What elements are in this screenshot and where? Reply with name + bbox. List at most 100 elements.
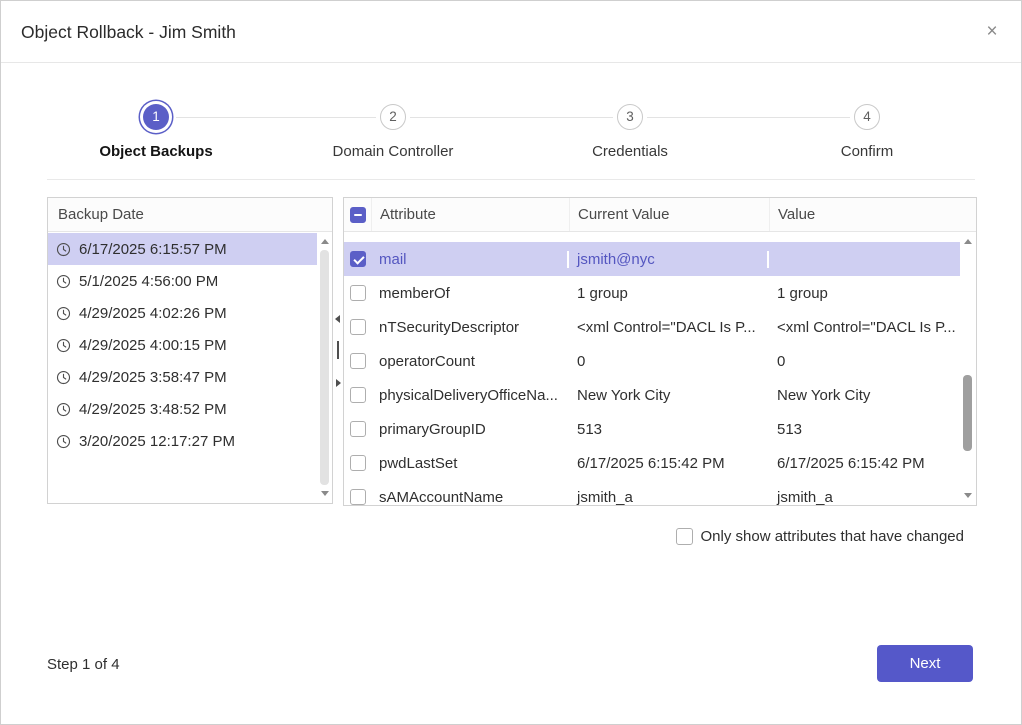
table-row-partial xyxy=(344,233,960,242)
next-button[interactable]: Next xyxy=(877,645,973,682)
attribute-table-scrollbar[interactable] xyxy=(960,233,976,504)
current-value-cell: 1 group xyxy=(569,285,769,302)
row-checkbox[interactable] xyxy=(350,319,366,335)
stepper-step-credentials[interactable]: 3 Credentials xyxy=(520,96,740,160)
scroll-down-icon[interactable] xyxy=(964,493,972,498)
row-checkbox-cell xyxy=(344,421,371,437)
row-checkbox-cell xyxy=(344,455,371,471)
stepper-step-domain-controller[interactable]: 2 Domain Controller xyxy=(283,96,503,160)
backup-date-label: 5/1/2025 4:56:00 PM xyxy=(79,273,218,290)
attribute-row[interactable]: nTSecurityDescriptor <xml Control="DACL I… xyxy=(344,310,960,344)
step-label: Domain Controller xyxy=(283,143,503,160)
step-label: Credentials xyxy=(520,143,740,160)
only-changed-checkbox[interactable] xyxy=(676,528,693,545)
row-checkbox[interactable] xyxy=(350,353,366,369)
attribute-table-body: mailjsmith@nycmemberOf1 group1 groupnTSe… xyxy=(344,233,960,505)
attribute-name-cell: mail xyxy=(371,251,569,268)
row-checkbox-cell xyxy=(344,489,371,505)
backup-date-label: 4/29/2025 4:00:15 PM xyxy=(79,337,227,354)
backup-date-item[interactable]: 4/29/2025 4:00:15 PM xyxy=(48,329,317,361)
value-cell: 6/17/2025 6:15:42 PM xyxy=(769,455,960,472)
clock-icon xyxy=(56,306,71,321)
step-progress-text: Step 1 of 4 xyxy=(47,656,120,673)
divider xyxy=(47,179,975,180)
step-number: 3 xyxy=(617,104,643,130)
scroll-up-icon[interactable] xyxy=(964,239,972,244)
row-checkbox[interactable] xyxy=(350,285,366,301)
current-value-cell: 513 xyxy=(569,421,769,438)
row-checkbox[interactable] xyxy=(350,421,366,437)
attribute-name-cell: sAMAccountName xyxy=(371,489,569,506)
scroll-up-icon[interactable] xyxy=(321,239,329,244)
backup-date-label: 3/20/2025 12:17:27 PM xyxy=(79,433,235,450)
column-header-current-value: Current Value xyxy=(569,198,769,231)
backup-date-label: 4/29/2025 3:58:47 PM xyxy=(79,369,227,386)
dialog-title: Object Rollback - Jim Smith xyxy=(21,1,236,63)
attribute-name-cell: nTSecurityDescriptor xyxy=(371,319,569,336)
close-icon[interactable]: × xyxy=(979,19,1005,45)
step-label: Object Backups xyxy=(46,143,266,160)
step-number: 2 xyxy=(380,104,406,130)
current-value-cell: 6/17/2025 6:15:42 PM xyxy=(569,455,769,472)
clock-icon xyxy=(56,242,71,257)
filter-row: Only show attributes that have changed xyxy=(676,528,965,545)
value-cell: 513 xyxy=(769,421,960,438)
stepper-step-object-backups[interactable]: 1 Object Backups xyxy=(46,96,266,160)
scrollbar-thumb[interactable] xyxy=(963,375,972,451)
attribute-row[interactable]: memberOf1 group1 group xyxy=(344,276,960,310)
row-checkbox[interactable] xyxy=(350,251,366,267)
attribute-row[interactable]: operatorCount00 xyxy=(344,344,960,378)
clock-icon xyxy=(56,338,71,353)
attribute-table-panel: Attribute Current Value Value mailjsmith… xyxy=(343,197,977,506)
row-checkbox-cell xyxy=(344,285,371,301)
backup-date-header: Backup Date xyxy=(48,198,332,232)
object-rollback-dialog: Object Rollback - Jim Smith × 1 Object Ba… xyxy=(0,0,1022,725)
attribute-name-cell: pwdLastSet xyxy=(371,455,569,472)
attribute-row[interactable]: primaryGroupID513513 xyxy=(344,412,960,446)
clock-icon xyxy=(56,274,71,289)
row-checkbox-cell xyxy=(344,319,371,335)
clock-icon xyxy=(56,434,71,449)
clock-icon xyxy=(56,370,71,385)
backup-list-scrollbar[interactable] xyxy=(317,233,332,502)
backup-date-item[interactable]: 4/29/2025 3:58:47 PM xyxy=(48,361,317,393)
column-header-attribute: Attribute xyxy=(371,198,569,231)
collapse-left-icon[interactable] xyxy=(335,315,340,323)
row-checkbox[interactable] xyxy=(350,489,366,505)
backup-date-panel: Backup Date 6/17/2025 6:15:57 PM 5/1/2025… xyxy=(47,197,333,504)
attribute-row[interactable]: mailjsmith@nyc xyxy=(344,242,960,276)
row-checkbox[interactable] xyxy=(350,387,366,403)
step-number: 1 xyxy=(143,104,169,130)
expand-right-icon[interactable] xyxy=(336,379,341,387)
row-checkbox[interactable] xyxy=(350,455,366,471)
step-label: Confirm xyxy=(757,143,977,160)
backup-date-item[interactable]: 6/17/2025 6:15:57 PM xyxy=(48,233,317,265)
backup-date-item[interactable]: 4/29/2025 3:48:52 PM xyxy=(48,393,317,425)
backup-date-list: 6/17/2025 6:15:57 PM 5/1/2025 4:56:00 PM 4… xyxy=(48,233,317,503)
attribute-name-cell: physicalDeliveryOfficeNa... xyxy=(371,387,569,404)
splitter-handle[interactable] xyxy=(337,341,339,359)
attribute-table-header: Attribute Current Value Value xyxy=(344,198,976,232)
scrollbar-thumb[interactable] xyxy=(320,250,329,485)
attribute-row[interactable]: pwdLastSet6/17/2025 6:15:42 PM6/17/2025 … xyxy=(344,446,960,480)
dialog-header: Object Rollback - Jim Smith × xyxy=(1,1,1021,63)
value-cell: <xml Control="DACL Is P... xyxy=(769,319,960,336)
only-changed-label: Only show attributes that have changed xyxy=(701,528,965,545)
attribute-name-cell: operatorCount xyxy=(371,353,569,370)
step-number: 4 xyxy=(854,104,880,130)
value-cell: jsmith_a xyxy=(769,489,960,506)
select-all-checkbox[interactable] xyxy=(350,207,366,223)
row-checkbox-cell xyxy=(344,387,371,403)
backup-date-item[interactable]: 4/29/2025 4:02:26 PM xyxy=(48,297,317,329)
scroll-down-icon[interactable] xyxy=(321,491,329,496)
attribute-row[interactable]: physicalDeliveryOfficeNa...New York City… xyxy=(344,378,960,412)
stepper-step-confirm[interactable]: 4 Confirm xyxy=(757,96,977,160)
row-checkbox-cell xyxy=(344,353,371,369)
clock-icon xyxy=(56,402,71,417)
current-value-cell: jsmith_a xyxy=(569,489,769,506)
panel-splitter[interactable] xyxy=(333,197,343,504)
backup-date-item[interactable]: 3/20/2025 12:17:27 PM xyxy=(48,425,317,457)
attribute-row[interactable]: sAMAccountNamejsmith_ajsmith_a xyxy=(344,480,960,505)
current-value-cell: jsmith@nyc xyxy=(569,251,769,268)
backup-date-item[interactable]: 5/1/2025 4:56:00 PM xyxy=(48,265,317,297)
